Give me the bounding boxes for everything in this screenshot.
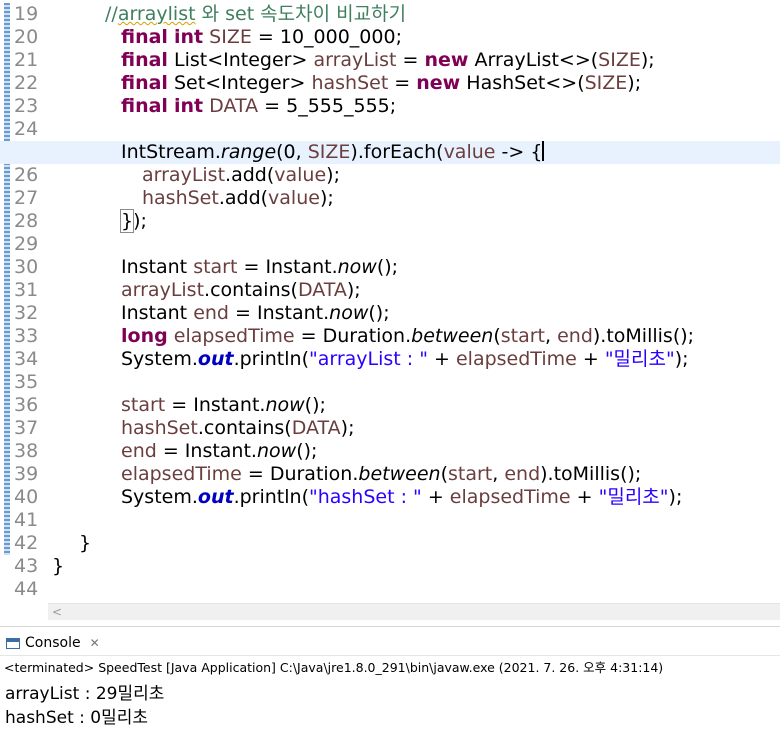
code-line-42[interactable]: } — [0, 532, 780, 555]
code-editor[interactable]: 1920212223242526272829303132333435363738… — [0, 0, 780, 603]
keyword-new: new — [416, 72, 461, 94]
console-status-line: <terminated> SpeedTest [Java Application… — [4, 660, 664, 675]
code-line-37[interactable]: hashSet.contains(DATA); — [0, 417, 780, 440]
code-line-36[interactable]: start = Instant.now(); — [0, 394, 780, 417]
console-output-line: arrayList : 29밀리초 — [5, 684, 165, 704]
code-line-22[interactable]: final Set<Integer> hashSet = new HashSet… — [0, 72, 780, 95]
code-line-29[interactable] — [0, 233, 780, 256]
horizontal-scrollbar[interactable]: < — [48, 603, 780, 620]
method-range: range — [220, 141, 277, 163]
code-line-27[interactable]: hashSet.add(value); — [0, 187, 780, 210]
variable-hashset: hashSet — [311, 72, 389, 94]
code-area[interactable]: //arraylist 와 set 속도차이 비교하기 final int SI… — [0, 3, 780, 601]
code-line-41[interactable] — [0, 509, 780, 532]
class-intstream: IntStream. — [121, 141, 221, 163]
console-tab-bar: Console ✕ — [0, 626, 780, 656]
variable-size: SIZE — [209, 26, 252, 48]
method-close-brace: } — [79, 532, 92, 554]
code-line-19[interactable]: //arraylist 와 set 속도차이 비교하기 — [0, 3, 780, 26]
variable-data: DATA — [209, 95, 259, 117]
code-line-39[interactable]: elapsedTime = Duration.between(start, en… — [0, 463, 780, 486]
spelling-warning: arraylist — [117, 3, 196, 25]
type-set: Set<Integer> — [174, 72, 306, 94]
code-line-21[interactable]: final List<Integer> arrayList = new Arra… — [0, 49, 780, 72]
code-line-38[interactable]: end = Instant.now(); — [0, 440, 780, 463]
code-line-43[interactable]: } — [0, 555, 780, 578]
console-view: Console ✕ <terminated> SpeedTest [Java A… — [0, 626, 780, 738]
code-line-30[interactable]: Instant start = Instant.now(); — [0, 256, 780, 279]
close-icon[interactable]: ✕ — [90, 636, 100, 650]
class-close-brace: } — [52, 555, 65, 577]
comment: //arraylist 와 set 속도차이 비교하기 — [105, 3, 407, 25]
code-line-34[interactable]: System.out.println("arrayList : " + elap… — [0, 348, 780, 371]
code-line-25[interactable]: IntStream.range(0, SIZE).forEach(value -… — [0, 141, 780, 164]
keyword-final: final — [121, 95, 168, 117]
code-line-24[interactable] — [0, 118, 780, 141]
literal-size: 10_000_000 — [279, 26, 396, 48]
console-icon — [6, 637, 20, 649]
code-line-40[interactable]: System.out.println("hashSet : " + elapse… — [0, 486, 780, 509]
code-line-26[interactable]: arrayList.add(value); — [0, 164, 780, 187]
keyword-final: final — [121, 49, 168, 71]
console-tab-label: Console — [25, 635, 81, 651]
tab-console[interactable]: Console ✕ — [0, 630, 100, 656]
keyword-final: final — [121, 26, 168, 48]
code-line-33[interactable]: long elapsedTime = Duration.between(star… — [0, 325, 780, 348]
keyword-int: int — [174, 95, 204, 117]
matching-bracket: } — [119, 209, 135, 233]
literal-data: 5_555_555 — [286, 95, 390, 117]
text-cursor — [542, 141, 545, 161]
lambda-param-value: value — [443, 141, 496, 163]
code-line-28[interactable]: }); — [0, 209, 780, 233]
keyword-int: int — [174, 26, 204, 48]
code-line-23[interactable]: final int DATA = 5_555_555; — [0, 95, 780, 118]
code-line-32[interactable]: Instant end = Instant.now(); — [0, 302, 780, 325]
keyword-final: final — [121, 72, 168, 94]
code-line-35[interactable] — [0, 371, 780, 394]
console-output-line: hashSet : 0밀리초 — [5, 708, 149, 728]
code-line-20[interactable]: final int SIZE = 10_000_000; — [0, 26, 780, 49]
code-line-31[interactable]: arrayList.contains(DATA); — [0, 279, 780, 302]
code-line-44[interactable] — [0, 578, 780, 601]
variable-arraylist: arrayList — [313, 49, 397, 71]
scroll-left-icon[interactable]: < — [52, 605, 62, 619]
type-list: List<Integer> — [174, 49, 308, 71]
keyword-new: new — [424, 49, 469, 71]
